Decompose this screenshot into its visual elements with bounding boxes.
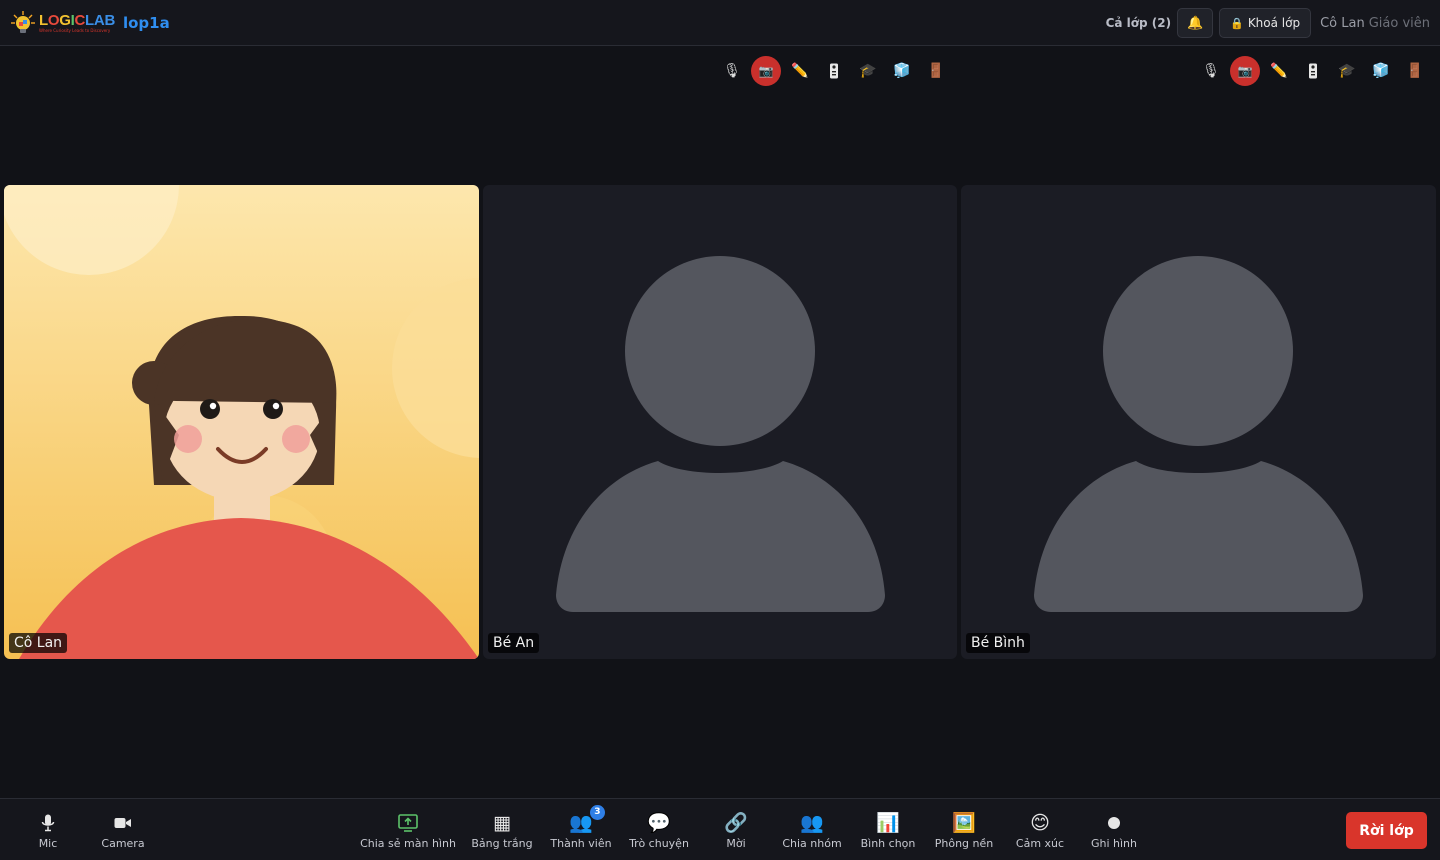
logo-wordmark: LOGICLAB (39, 11, 115, 29)
camera-button[interactable]: Camera (98, 799, 148, 860)
participant-name-label: Cô Lan (9, 633, 68, 653)
picture-icon: 🖼️ (952, 812, 976, 834)
background-button[interactable]: 🖼️ Phông nền (934, 799, 994, 860)
pencil-icon[interactable]: ✏️ (1262, 56, 1296, 86)
video-tile-be-binh[interactable]: Bé Bình (961, 185, 1436, 659)
remote-icon[interactable] (817, 56, 851, 86)
door-icon[interactable]: 🚪 (1398, 56, 1432, 86)
share-screen-icon (398, 811, 418, 835)
class-count[interactable]: Cả lớp (2) (1106, 16, 1172, 30)
members-count-badge: 3 (589, 804, 605, 820)
camera-off-icon[interactable]: 📷 (751, 56, 781, 86)
lock-class-button[interactable]: 🔒 Khoá lớp (1219, 8, 1312, 38)
whiteboard-grid-icon: ▦ (493, 811, 511, 834)
mic-off-icon[interactable]: 🎙 (715, 56, 749, 86)
record-dot-icon (1107, 811, 1121, 835)
reactions-button[interactable]: 😊 Cảm xúc (1015, 799, 1065, 860)
leave-class-button[interactable]: Rời lớp (1346, 812, 1427, 849)
participant-name-label: Bé Bình (966, 633, 1030, 653)
mic-button[interactable]: Mic (28, 799, 68, 860)
logo-tagline: Where Curiosity Leads to Discovery (39, 27, 111, 33)
chat-button[interactable]: 💬 Trò chuyện (628, 799, 690, 860)
tile-controls-be-an: 🎙 📷 ✏️ 🎓 🧊 🚪 (715, 56, 953, 86)
camera-off-icon[interactable]: 📷 (1230, 56, 1260, 86)
user-role: Giáo viên (1368, 15, 1430, 31)
breakout-button[interactable]: 👥 Chia nhóm (782, 799, 842, 860)
bell-icon: 🔔 (1187, 15, 1204, 31)
video-tile-co-lan[interactable]: Cô Lan (4, 185, 479, 659)
user-placeholder-icon (556, 256, 885, 612)
lightbulb-logo-icon (10, 10, 36, 36)
notifications-button[interactable]: 🔔 (1177, 8, 1214, 38)
user-placeholder-icon (1034, 256, 1363, 612)
participant-name-label: Bé An (488, 633, 540, 653)
teacher-avatar-illustration (4, 185, 479, 659)
smiley-icon: 😊 (1030, 811, 1050, 834)
groups-icon: 👥 (800, 812, 824, 834)
remote-icon[interactable] (1296, 56, 1330, 86)
bar-chart-icon: 📊 (876, 812, 900, 834)
door-icon[interactable]: 🚪 (919, 56, 953, 86)
graduation-cap-icon[interactable]: 🎓 (851, 56, 885, 86)
lock-class-label: Khoá lớp (1247, 16, 1301, 30)
lock-icon: 🔒 (1230, 16, 1244, 30)
link-icon: 🔗 (724, 812, 748, 834)
chat-bubble-icon: 💬 (647, 812, 671, 834)
whiteboard-button[interactable]: ▦ Bảng trắng (471, 799, 532, 860)
video-tile-be-an[interactable]: Bé An (483, 185, 957, 659)
user-name: Cô Lan (1320, 15, 1365, 31)
mic-off-icon[interactable]: 🎙 (1194, 56, 1228, 86)
members-icon: 👥 3 (569, 804, 605, 835)
share-screen-button[interactable]: Chia sẻ màn hình (360, 799, 456, 860)
invite-button[interactable]: 🔗 Mời (716, 799, 756, 860)
room-name: lop1a (122, 13, 170, 32)
logiclab-logo: LOGICLAB Where Curiosity Leads to Discov… (10, 10, 115, 36)
top-bar: LOGICLAB Where Curiosity Leads to Discov… (0, 0, 1440, 46)
poll-button[interactable]: 📊 Bình chọn (860, 799, 916, 860)
bottom-control-bar: Mic Camera Chia sẻ màn hình ▦ Bảng trắng… (0, 798, 1440, 860)
record-button[interactable]: Ghi hình (1090, 799, 1138, 860)
video-camera-icon (114, 811, 132, 835)
graduation-cap-icon[interactable]: 🎓 (1330, 56, 1364, 86)
members-button[interactable]: 👥 3 Thành viên (550, 799, 612, 860)
cube-icon[interactable]: 🧊 (885, 56, 919, 86)
pencil-icon[interactable]: ✏️ (783, 56, 817, 86)
cube-icon[interactable]: 🧊 (1364, 56, 1398, 86)
tile-controls-be-binh: 🎙 📷 ✏️ 🎓 🧊 🚪 (1194, 56, 1432, 86)
microphone-icon (41, 811, 55, 835)
